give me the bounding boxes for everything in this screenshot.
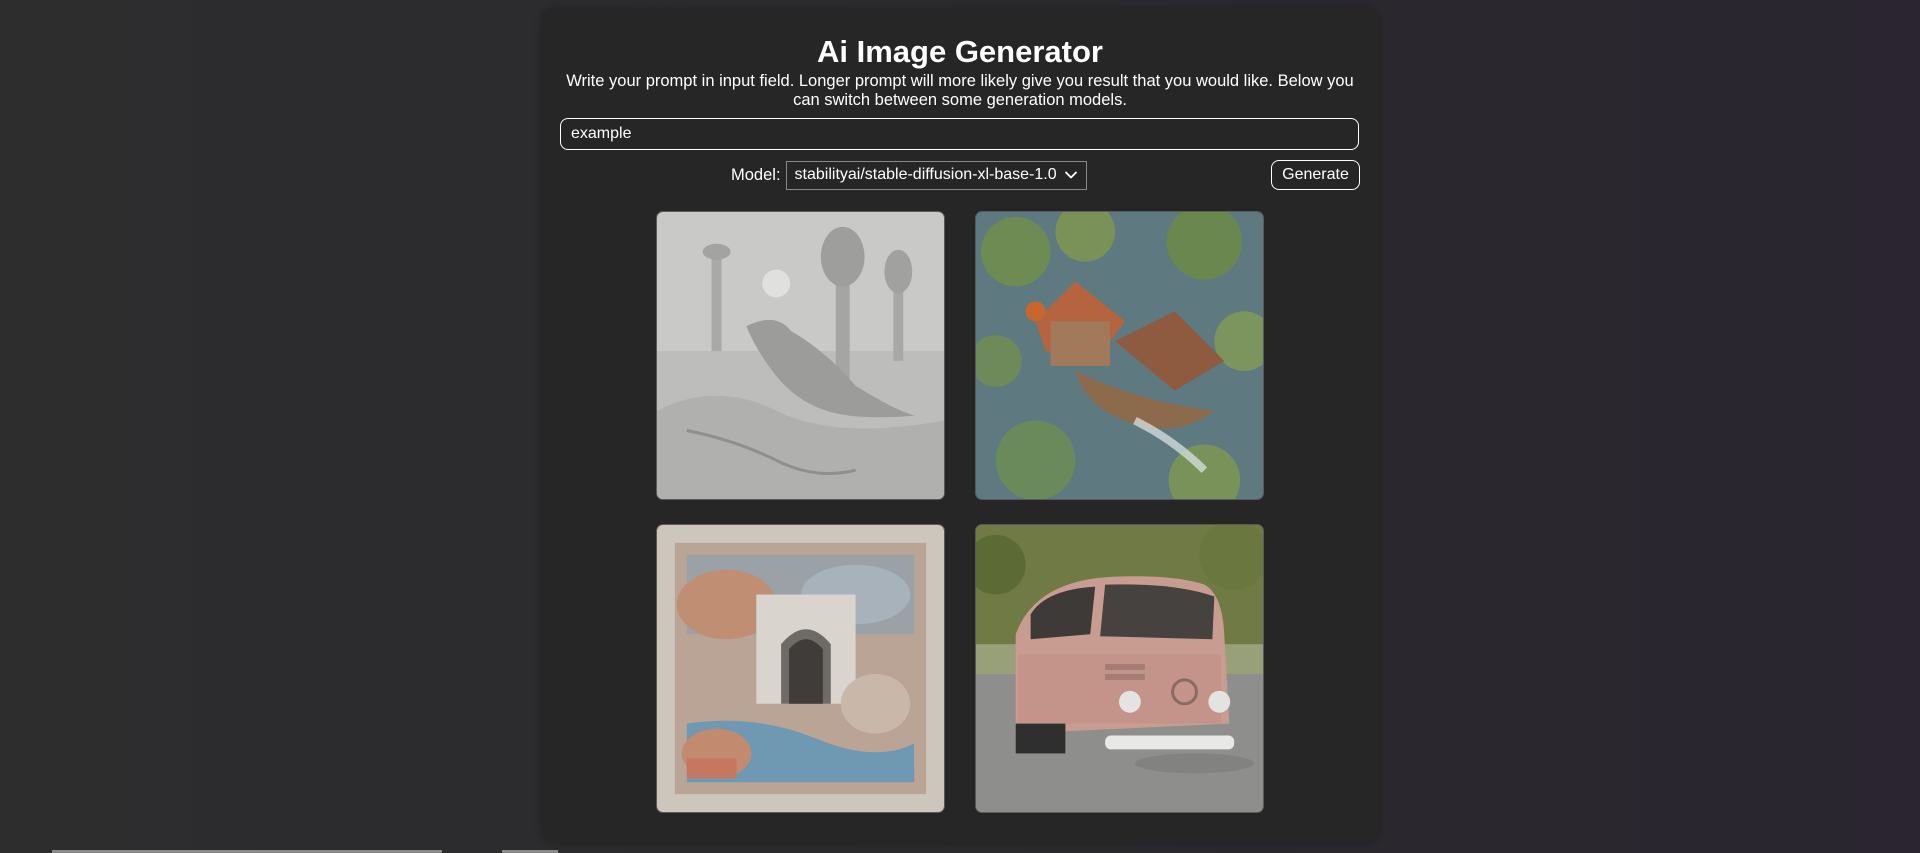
page-title: Ai Image Generator bbox=[817, 34, 1103, 69]
model-selector-row: Model: stabilityai/stable-diffusion-xl-b… bbox=[731, 160, 1087, 190]
generated-image-2-art bbox=[976, 212, 1263, 499]
generated-image-1-art bbox=[657, 212, 944, 499]
generated-image-1[interactable] bbox=[656, 211, 945, 500]
generator-card: Ai Image Generator Write your prompt in … bbox=[541, 8, 1379, 843]
generated-image-2[interactable] bbox=[975, 211, 1264, 500]
page-description: Write your prompt in input field. Longer… bbox=[566, 72, 1354, 109]
generated-image-3[interactable] bbox=[656, 524, 945, 813]
prompt-input[interactable] bbox=[560, 118, 1359, 150]
generate-button[interactable]: Generate bbox=[1271, 160, 1360, 190]
chevron-down-icon bbox=[1064, 171, 1077, 179]
generated-image-4-art bbox=[976, 525, 1263, 812]
model-select[interactable]: stabilityai/stable-diffusion-xl-base-1.0 bbox=[785, 160, 1087, 190]
generated-image-4[interactable] bbox=[975, 524, 1264, 813]
model-select-value: stabilityai/stable-diffusion-xl-base-1.0 bbox=[794, 166, 1057, 183]
generated-image-3-art bbox=[657, 525, 944, 812]
model-label: Model: bbox=[731, 165, 781, 184]
